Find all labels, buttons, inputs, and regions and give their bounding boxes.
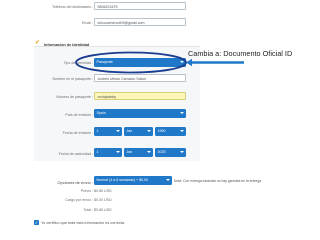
shipping-cost-label: Cargo por envío : [65, 198, 93, 202]
issue-month-value: Jan [126, 129, 133, 133]
country-select[interactable]: Spain [94, 109, 186, 118]
issue-year-select[interactable]: 1990 [155, 127, 186, 136]
expiry-month-value: Jan [126, 150, 133, 154]
annotation-arrow [186, 58, 244, 67]
total-value: $0.85 USD [94, 208, 112, 212]
annotation-overlay [75, 51, 244, 74]
expiry-year-value: 2025 [157, 150, 166, 154]
expiry-date-label: Fecha de caducidad : [58, 152, 93, 156]
issue-day-select[interactable]: 1 [94, 127, 122, 136]
chevron-down-icon [179, 112, 184, 115]
issue-month-select[interactable]: Jan [124, 127, 153, 136]
shipping-note: Nota: Con entrega estándar no hay garant… [174, 179, 262, 183]
annotation-text: Cambia a: Documento Oficial ID [188, 49, 293, 58]
chevron-down-icon [165, 179, 170, 182]
shipping-options-select[interactable]: Normal (4 a 6 semanas) + $0.00 [94, 176, 172, 185]
price-label: Precio : [80, 189, 93, 193]
chevron-down-icon [115, 130, 120, 133]
passport-label: Número de pasaporte : [56, 95, 93, 99]
chevron-down-icon [179, 151, 184, 154]
expiry-month-select[interactable]: Jan [124, 148, 153, 157]
passport-field[interactable]: xxxtqbabbp [94, 92, 186, 100]
shipping-options-label: Opciones de envío : [57, 180, 93, 185]
chevron-down-icon [115, 151, 120, 154]
issue-date-label: Fecha de emisión : [62, 131, 93, 135]
chevron-down-icon [179, 130, 184, 133]
chevron-down-icon [146, 130, 151, 133]
expiry-year-select[interactable]: 2025 [155, 148, 186, 157]
certify-text: Yo certifico que toda esta información e… [41, 220, 126, 225]
country-value: Spain [96, 111, 106, 115]
certify-checkbox[interactable]: ✓ [34, 220, 39, 225]
chevron-down-icon [146, 151, 151, 154]
total-label: Total : [83, 208, 93, 212]
issue-day-value: 1 [96, 129, 99, 133]
name-field[interactable]: Andrés Ulindo Camacio Salios [94, 74, 186, 82]
issue-year-value: 1990 [157, 129, 166, 133]
highlight-ellipse [75, 51, 187, 74]
country-label: País de emisión : [65, 113, 93, 117]
shipping-option-value: Normal (4 a 6 semanas) + $0.00 [96, 178, 149, 182]
price-value: $0.85 USD [94, 189, 112, 193]
expiry-day-value: 1 [96, 150, 99, 154]
expiry-day-select[interactable]: 1 [94, 148, 122, 157]
shipping-cost-value: $0.00 USD [94, 198, 112, 202]
name-label: Nombre en el pasaporte : [52, 77, 93, 81]
